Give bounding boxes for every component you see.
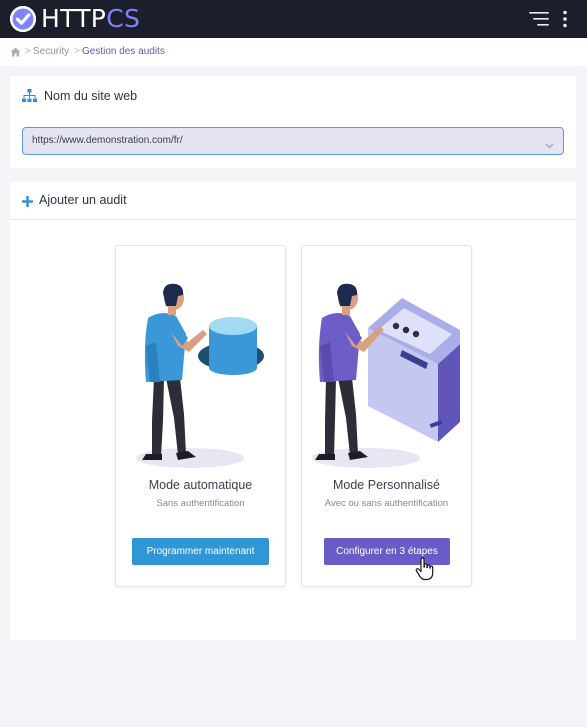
plus-icon [22,194,33,207]
programmer-maintenant-button[interactable]: Programmer maintenant [132,538,269,565]
divider [10,219,576,220]
sitemap-icon [22,89,37,103]
more-vertical-icon[interactable] [562,10,568,28]
site-card-title: Nom du site web [44,89,138,103]
top-navbar: HTTPCS [0,0,587,38]
hand-pointer-icon [414,557,436,581]
mode-card-personnalise: Mode Personnalisé Avec ou sans authentif… [301,245,472,587]
mode-subtitle: Avec ou sans authentification [324,498,449,509]
mode-title: Mode Personnalisé [332,478,440,492]
breadcrumb-item-security[interactable]: Security [33,38,69,66]
breadcrumb-item-gestion-des-audits: Gestion des audits [82,46,165,57]
app-logo[interactable]: HTTPCS [10,6,140,32]
home-icon[interactable] [10,38,21,66]
logo-check-icon [10,6,36,32]
menu-lines-icon[interactable] [529,11,549,27]
logo-text-http: HTTP [41,4,107,33]
mode-card-automatique: Mode automatique Sans authentification P… [115,245,286,587]
audit-card-title: Ajouter un audit [39,193,127,207]
website-select-value: https://www.demonstration.com/fr/ [32,135,183,146]
website-select[interactable]: https://www.demonstration.com/fr/ [22,127,564,155]
breadcrumb-separator: > [25,46,31,57]
automatic-mode-illustration [136,283,264,468]
chevron-down-icon [545,137,554,149]
breadcrumb: > Security > Gestion des audits [0,38,587,66]
logo-wordmark: HTTPCS [41,6,140,32]
mode-title: Mode automatique [148,478,253,492]
breadcrumb-separator: > [74,46,80,57]
custom-mode-illustration [312,283,460,468]
mode-subtitle: Sans authentification [156,498,245,509]
audit-card [10,182,576,640]
logo-text-cs: CS [106,4,141,33]
